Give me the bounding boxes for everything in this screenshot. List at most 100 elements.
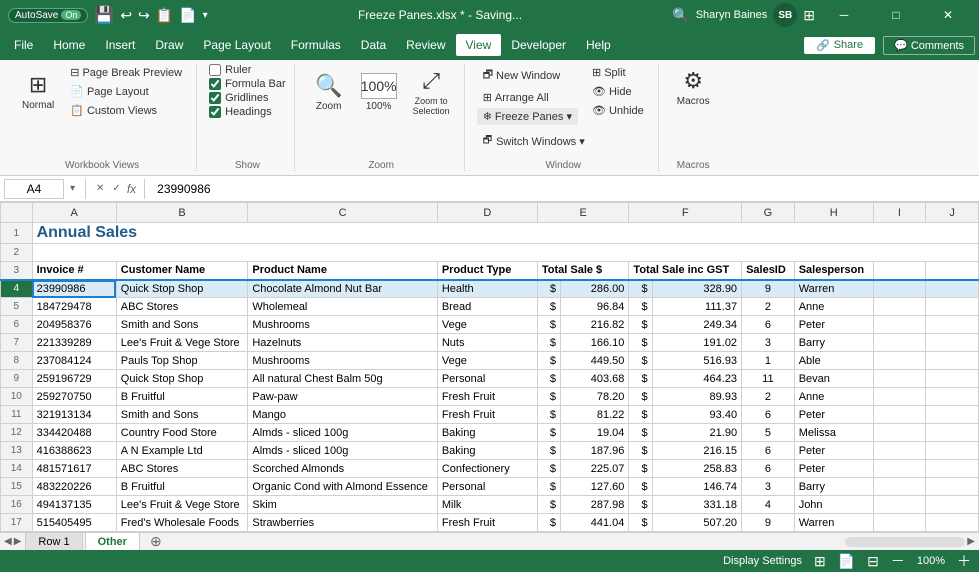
cell-b15[interactable]: B Fruitful [116,478,248,496]
cell-e8-val[interactable]: 449.50 [561,352,629,370]
cell-e9-sym[interactable]: $ [537,370,560,388]
cell-e13-val[interactable]: 187.96 [561,442,629,460]
cell-d14[interactable]: Confectionery [437,460,537,478]
tab-other[interactable]: Other [85,532,140,550]
col-header-d[interactable]: D [437,203,537,223]
cell-f17-sym[interactable]: $ [629,514,652,532]
add-sheet-button[interactable]: ⊕ [142,531,170,550]
cell-a6[interactable]: 204958376 [32,316,116,334]
cell-d17[interactable]: Fresh Fruit [437,514,537,532]
cell-i14[interactable] [873,460,926,478]
cell-a9[interactable]: 259196729 [32,370,116,388]
cell-d5[interactable]: Bread [437,298,537,316]
cell-g10[interactable]: 2 [742,388,795,406]
cell-b9[interactable]: Quick Stop Shop [116,370,248,388]
undo-icon[interactable]: ↩ [120,7,132,24]
cell-f8-sym[interactable]: $ [629,352,652,370]
cell-b13[interactable]: A N Example Ltd [116,442,248,460]
search-icon[interactable]: 🔍 [672,7,689,24]
cell-f10-val[interactable]: 89.93 [652,388,741,406]
col-header-i[interactable]: I [873,203,926,223]
cell-d13[interactable]: Baking [437,442,537,460]
cell-f13-sym[interactable]: $ [629,442,652,460]
view-page-break-icon[interactable]: ⊟ [867,553,879,570]
cell-f14-val[interactable]: 258.83 [652,460,741,478]
cell-e15-sym[interactable]: $ [537,478,560,496]
expand-ref-button[interactable]: ▾ [68,183,77,194]
cell-h4[interactable]: Warren [794,280,873,298]
redo-icon[interactable]: ↪ [138,7,150,24]
sheet-area[interactable]: A B C D E F G H I J 1 Annual Sales [0,202,979,532]
cell-j13[interactable] [926,442,979,460]
cell-g9[interactable]: 11 [742,370,795,388]
cell-b8[interactable]: Pauls Top Shop [116,352,248,370]
cell-j8[interactable] [926,352,979,370]
cell-e6-val[interactable]: 216.82 [561,316,629,334]
cell-g11[interactable]: 6 [742,406,795,424]
cell-a10[interactable]: 259270750 [32,388,116,406]
normal-view-button[interactable]: ⊞ Normal [16,68,60,115]
col-header-g[interactable]: G [742,203,795,223]
display-settings[interactable]: Display Settings [723,555,802,567]
cell-i7[interactable] [873,334,926,352]
cell-h8[interactable]: Able [794,352,873,370]
col-header-e[interactable]: E [537,203,629,223]
cell-a7[interactable]: 221339289 [32,334,116,352]
cell-e4-sym[interactable]: $ [537,280,560,298]
cell-a2[interactable] [32,244,978,262]
arrange-all-button[interactable]: ⊞ Arrange All [477,89,578,106]
cell-i8[interactable] [873,352,926,370]
cell-j4[interactable] [926,280,979,298]
cell-a3[interactable]: Invoice # [32,262,116,280]
cell-e15-val[interactable]: 127.60 [561,478,629,496]
page-break-button[interactable]: ⊟ Page Break Preview [64,64,188,81]
cell-e12-sym[interactable]: $ [537,424,560,442]
cell-g6[interactable]: 6 [742,316,795,334]
cell-i9[interactable] [873,370,926,388]
cell-i16[interactable] [873,496,926,514]
cell-f16-sym[interactable]: $ [629,496,652,514]
cell-c9[interactable]: All natural Chest Balm 50g [248,370,437,388]
cell-j17[interactable] [926,514,979,532]
cell-d10[interactable]: Fresh Fruit [437,388,537,406]
cell-i12[interactable] [873,424,926,442]
cell-f7-sym[interactable]: $ [629,334,652,352]
cell-e5-val[interactable]: 96.84 [561,298,629,316]
cell-c7[interactable]: Hazelnuts [248,334,437,352]
cell-a5[interactable]: 184729478 [32,298,116,316]
cell-f9-sym[interactable]: $ [629,370,652,388]
switch-windows-button[interactable]: 🗗 Switch Windows ▾ [477,129,650,154]
cell-c12[interactable]: Almds - sliced 100g [248,424,437,442]
cell-j15[interactable] [926,478,979,496]
menu-formulas[interactable]: Formulas [281,34,351,56]
cell-e16-sym[interactable]: $ [537,496,560,514]
cell-a13[interactable]: 416388623 [32,442,116,460]
cell-e3[interactable]: Total Sale $ [537,262,629,280]
cell-g4[interactable]: 9 [742,280,795,298]
cell-f16-val[interactable]: 331.18 [652,496,741,514]
cell-f5-sym[interactable]: $ [629,298,652,316]
cell-c5[interactable]: Wholemeal [248,298,437,316]
cell-e10-sym[interactable]: $ [537,388,560,406]
menu-home[interactable]: Home [43,34,95,56]
view-layout-icon[interactable]: 📄 [838,553,855,570]
cell-f12-val[interactable]: 21.90 [652,424,741,442]
cell-e9-val[interactable]: 403.68 [561,370,629,388]
view-normal-icon[interactable]: ⊞ [814,553,826,570]
cell-a16[interactable]: 494137135 [32,496,116,514]
user-avatar[interactable]: SB [773,3,797,27]
minimize-button[interactable]: ─ [821,0,867,30]
menu-review[interactable]: Review [396,34,455,56]
cell-f4-val[interactable]: 328.90 [652,280,741,298]
toolbar-icon[interactable]: 📋 [156,7,173,24]
unhide-button[interactable]: 👁 Unhide [586,102,650,119]
cell-j16[interactable] [926,496,979,514]
cell-e12-val[interactable]: 19.04 [561,424,629,442]
cell-f6-sym[interactable]: $ [629,316,652,334]
horizontal-scrollbar[interactable]: ◀ ▶ Row 1 Other ⊕ ▶ [0,532,979,550]
cell-c15[interactable]: Organic Cond with Almond Essence [248,478,437,496]
cell-h5[interactable]: Anne [794,298,873,316]
cell-c16[interactable]: Skim [248,496,437,514]
cell-e16-val[interactable]: 287.98 [561,496,629,514]
confirm-formula-button[interactable]: ✓ [110,183,122,194]
